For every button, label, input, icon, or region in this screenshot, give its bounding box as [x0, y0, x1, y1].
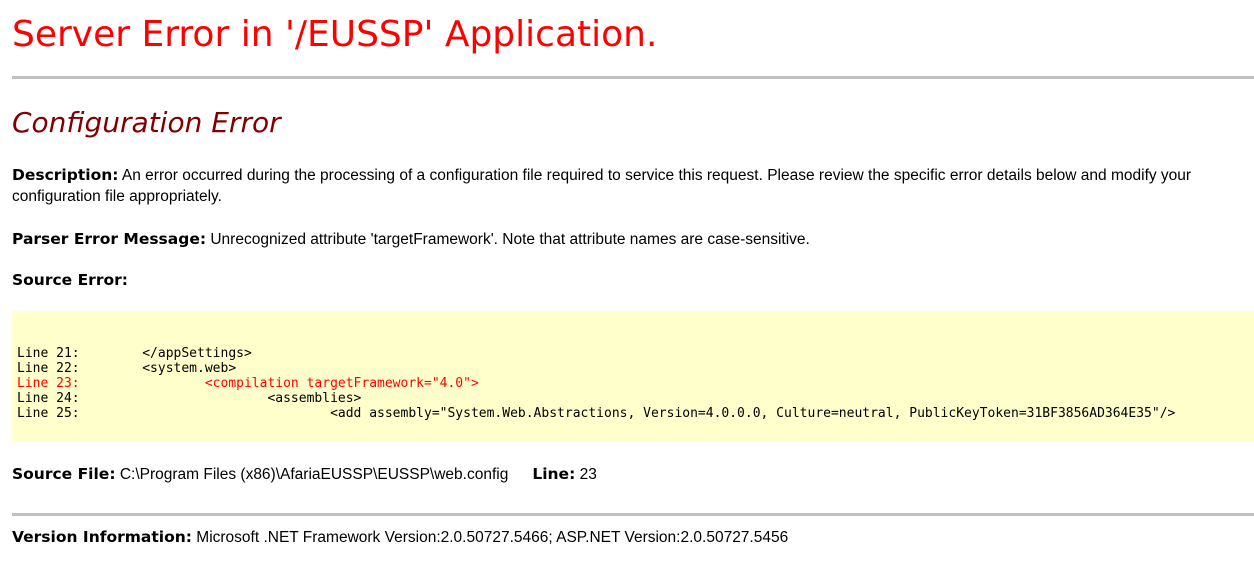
parser-error-label: Parser Error Message: [12, 230, 207, 248]
description-block: Description: An error occurred during th… [12, 165, 1248, 207]
code-line-24: Line 24: <assemblies> [17, 391, 362, 406]
version-info-text: Microsoft .NET Framework Version:2.0.507… [191, 529, 789, 546]
source-code-box: Line 21: </appSettings> Line 22: <system… [12, 311, 1254, 441]
code-line-23-error: Line 23: <compilation targetFramework="4… [17, 376, 479, 391]
description-text: An error occurred during the processing … [12, 167, 1192, 205]
parser-error-block: Parser Error Message: Unrecognized attri… [12, 229, 1248, 250]
line-label: Line: [532, 465, 576, 483]
page-title: Server Error in '/EUSSP' Application. [12, 14, 658, 55]
code-line-25: Line 25: <add assembly="System.Web.Abstr… [17, 406, 1176, 421]
version-info-block: Version Information: Microsoft .NET Fram… [12, 527, 1248, 548]
line-number: 23 [575, 466, 597, 483]
source-error-label: Source Error: [12, 271, 128, 289]
source-code-listing: Line 21: </appSettings> Line 22: <system… [17, 346, 1175, 421]
error-type-heading: Configuration Error [12, 106, 281, 139]
version-divider [12, 513, 1254, 516]
source-file-path: C:\Program Files (x86)\AfariaEUSSP\EUSSP… [115, 466, 509, 483]
title-divider [12, 76, 1254, 79]
code-line-21: Line 21: </appSettings> [17, 346, 252, 361]
version-info-label: Version Information: [12, 528, 192, 546]
code-line-22: Line 22: <system.web> [17, 361, 237, 376]
description-label: Description: [12, 166, 119, 184]
parser-error-text: Unrecognized attribute 'targetFramework'… [206, 231, 810, 248]
source-file-block: Source File: C:\Program Files (x86)\Afar… [12, 464, 1248, 485]
source-error-block: Source Error: [12, 270, 1248, 291]
source-file-label: Source File: [12, 465, 116, 483]
